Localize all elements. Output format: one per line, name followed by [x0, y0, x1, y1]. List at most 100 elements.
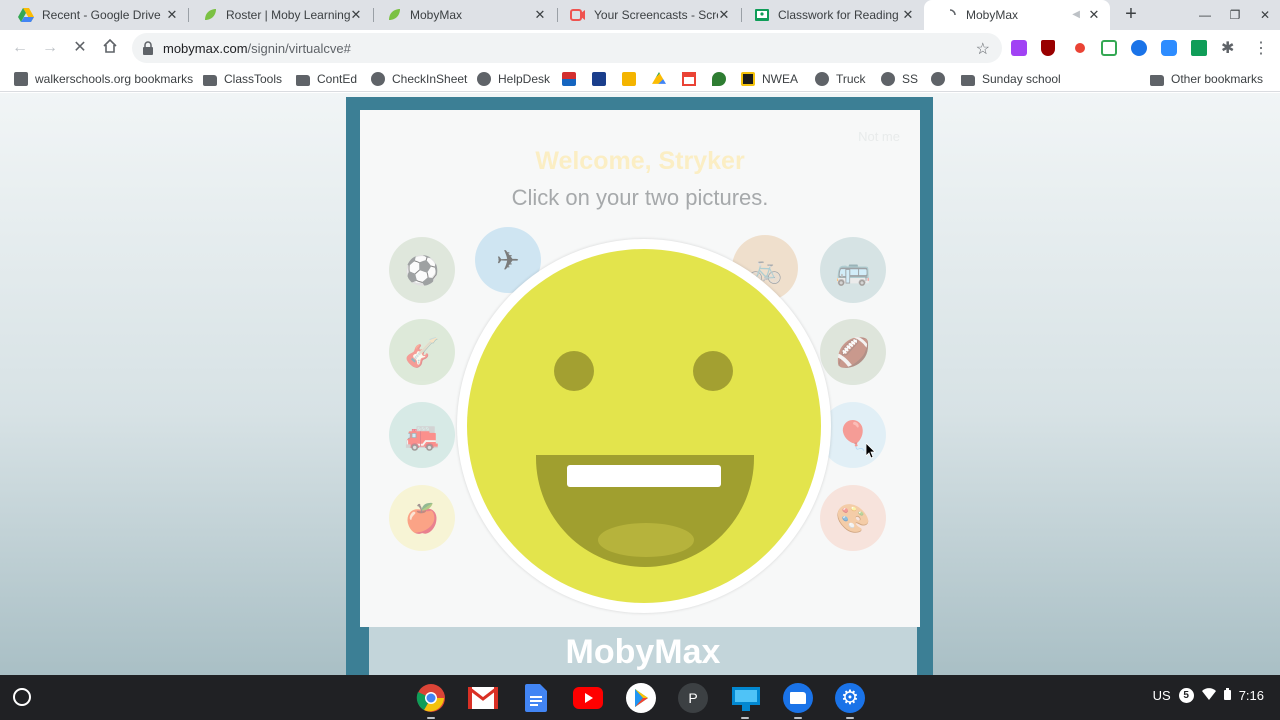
apple-icon[interactable]: 🍎 — [389, 485, 455, 551]
sheets-icon[interactable] — [1191, 40, 1207, 56]
google-drive-icon — [18, 7, 34, 23]
folder-icon — [961, 74, 975, 86]
instruction-text: Click on your two pictures. — [511, 185, 769, 210]
running-indicator — [846, 717, 854, 719]
bookmark-walkerschools[interactable]: walkerschools.org bookmarks — [14, 71, 193, 87]
zoom-icon[interactable] — [1161, 40, 1177, 56]
home-button[interactable] — [100, 38, 120, 58]
tab-title: MobyMax — [410, 8, 463, 22]
football-icon[interactable]: 🏈 — [820, 319, 886, 385]
settings-icon[interactable]: ⚙ — [835, 683, 865, 713]
globe-icon — [477, 72, 491, 86]
bookmark-conted[interactable]: ContEd — [296, 71, 357, 87]
p-app-icon[interactable]: P — [678, 683, 708, 713]
minimize-button[interactable]: — — [1196, 6, 1214, 24]
bookmark-globe[interactable] — [931, 71, 952, 87]
tab-title: Recent - Google Drive — [42, 8, 161, 22]
smiley-left-eye — [554, 351, 594, 391]
close-icon[interactable]: ✕ — [164, 7, 180, 23]
tab-classwork[interactable]: Classwork for Reading and ✕ — [736, 0, 924, 30]
bookmark-label: Sunday school — [982, 72, 1061, 86]
tab-mobymax[interactable]: MobyMax ✕ — [368, 0, 556, 30]
youtube-icon[interactable] — [573, 683, 603, 713]
bookmarks-app-icon — [14, 72, 28, 86]
fire-truck-icon[interactable]: 🚒 — [389, 402, 455, 468]
bookmark-checkinsheet[interactable]: CheckInSheet — [371, 71, 467, 87]
url-host: mobymax.com — [163, 41, 248, 56]
gmail-icon — [682, 72, 696, 86]
extensions-puzzle-icon[interactable]: ✱ — [1221, 38, 1234, 58]
mobymax-icon — [202, 7, 218, 23]
not-me-link[interactable]: Not me — [858, 129, 900, 144]
welcome-heading: Welcome, Stryker — [535, 147, 745, 175]
tab-google-drive[interactable]: Recent - Google Drive ✕ — [0, 0, 188, 30]
close-icon[interactable]: ✕ — [716, 7, 732, 23]
browser-toolbar: ← → ✕ mobymax.com/signin/virtualcve# ☆ ✱… — [0, 30, 1280, 66]
close-icon[interactable]: ✕ — [1086, 7, 1102, 23]
close-icon[interactable]: ✕ — [532, 7, 548, 23]
bookmark-nwea[interactable]: NWEA — [741, 71, 798, 87]
tab-screencasts[interactable]: Your Screencasts - Screenc ✕ — [552, 0, 740, 30]
tab-roster[interactable]: Roster | Moby Learning Ma ✕ — [184, 0, 372, 30]
running-indicator — [741, 717, 749, 719]
folder-icon — [296, 74, 310, 86]
smiley-face-icon — [457, 239, 831, 613]
bookmark-gmail[interactable] — [682, 71, 703, 87]
bookmark-drive[interactable] — [652, 71, 673, 87]
bookmark-classroom[interactable] — [622, 71, 643, 87]
tab-mobymax-active[interactable]: MobyMax ◀ ✕ — [924, 0, 1110, 30]
bookmark-leaf[interactable] — [712, 71, 733, 87]
stop-loading-button[interactable]: ✕ — [70, 38, 90, 58]
flag-icon — [562, 72, 576, 86]
close-icon[interactable]: ✕ — [348, 7, 364, 23]
close-icon[interactable]: ✕ — [900, 7, 916, 23]
ublock-icon[interactable] — [1041, 40, 1055, 56]
play-store-icon[interactable] — [626, 683, 656, 713]
back-button[interactable]: ← — [10, 38, 30, 58]
google-classroom-icon — [754, 7, 770, 23]
extension-green-icon[interactable] — [1101, 40, 1117, 56]
pearson-icon — [592, 72, 606, 86]
page-content: Not me Welcome, Stryker Click on your tw… — [0, 93, 1280, 675]
extension-blue-icon[interactable] — [1131, 40, 1147, 56]
globe-icon — [931, 72, 945, 86]
bookmarks-bar: walkerschools.org bookmarks ClassTools C… — [0, 66, 1280, 92]
mobymax-logo: MobyMax — [565, 633, 721, 671]
bookmark-pearson[interactable] — [592, 71, 613, 87]
mobymax-icon — [386, 7, 402, 23]
extension-purple-icon[interactable] — [1011, 40, 1027, 56]
url-text[interactable]: mobymax.com/signin/virtualcve# — [163, 41, 351, 56]
address-bar[interactable]: mobymax.com/signin/virtualcve# ☆ — [132, 33, 1002, 63]
classroom-icon[interactable] — [731, 683, 761, 713]
notification-count-badge: 5 — [1178, 688, 1194, 703]
chrome-icon[interactable] — [416, 683, 446, 713]
close-window-button[interactable]: ✕ — [1256, 6, 1274, 24]
bookmark-label: ContEd — [317, 72, 358, 86]
bookmark-helpdesk[interactable]: HelpDesk — [477, 71, 550, 87]
bookmark-ss[interactable]: SS — [881, 71, 918, 87]
bookmark-classtools[interactable]: ClassTools — [203, 71, 282, 87]
gmail-icon[interactable] — [468, 683, 498, 713]
school-bus-icon[interactable]: 🚌 — [820, 237, 886, 303]
new-tab-button[interactable]: + — [1120, 4, 1142, 26]
bookmark-truck[interactable]: Truck — [815, 71, 866, 87]
running-indicator — [794, 717, 802, 719]
extension-red-icon[interactable] — [1071, 41, 1087, 55]
restore-button[interactable]: ❐ — [1226, 6, 1244, 24]
bookmark-star-icon[interactable]: ☆ — [976, 39, 990, 59]
chromeos-shelf: P ⚙ US 5 7:16 — [0, 675, 1280, 720]
docs-icon[interactable] — [521, 683, 551, 713]
guitar-icon[interactable]: 🎸 — [389, 319, 455, 385]
soccer-ball-icon[interactable]: ⚽ — [389, 237, 455, 303]
bookmark-other[interactable]: Other bookmarks — [1150, 71, 1263, 87]
status-tray[interactable]: US 5 7:16 — [1145, 688, 1264, 703]
battery-icon — [1223, 688, 1231, 703]
bookmark-label: NWEA — [762, 72, 798, 86]
bookmark-sunday-school[interactable]: Sunday school — [961, 71, 1061, 87]
bookmark-flag[interactable] — [562, 71, 583, 87]
forward-button[interactable]: → — [40, 38, 60, 58]
menu-icon[interactable]: ⋮ — [1253, 38, 1269, 58]
files-icon[interactable] — [783, 683, 813, 713]
launcher-button[interactable] — [13, 688, 31, 706]
paint-palette-icon[interactable]: 🎨 — [820, 485, 886, 551]
